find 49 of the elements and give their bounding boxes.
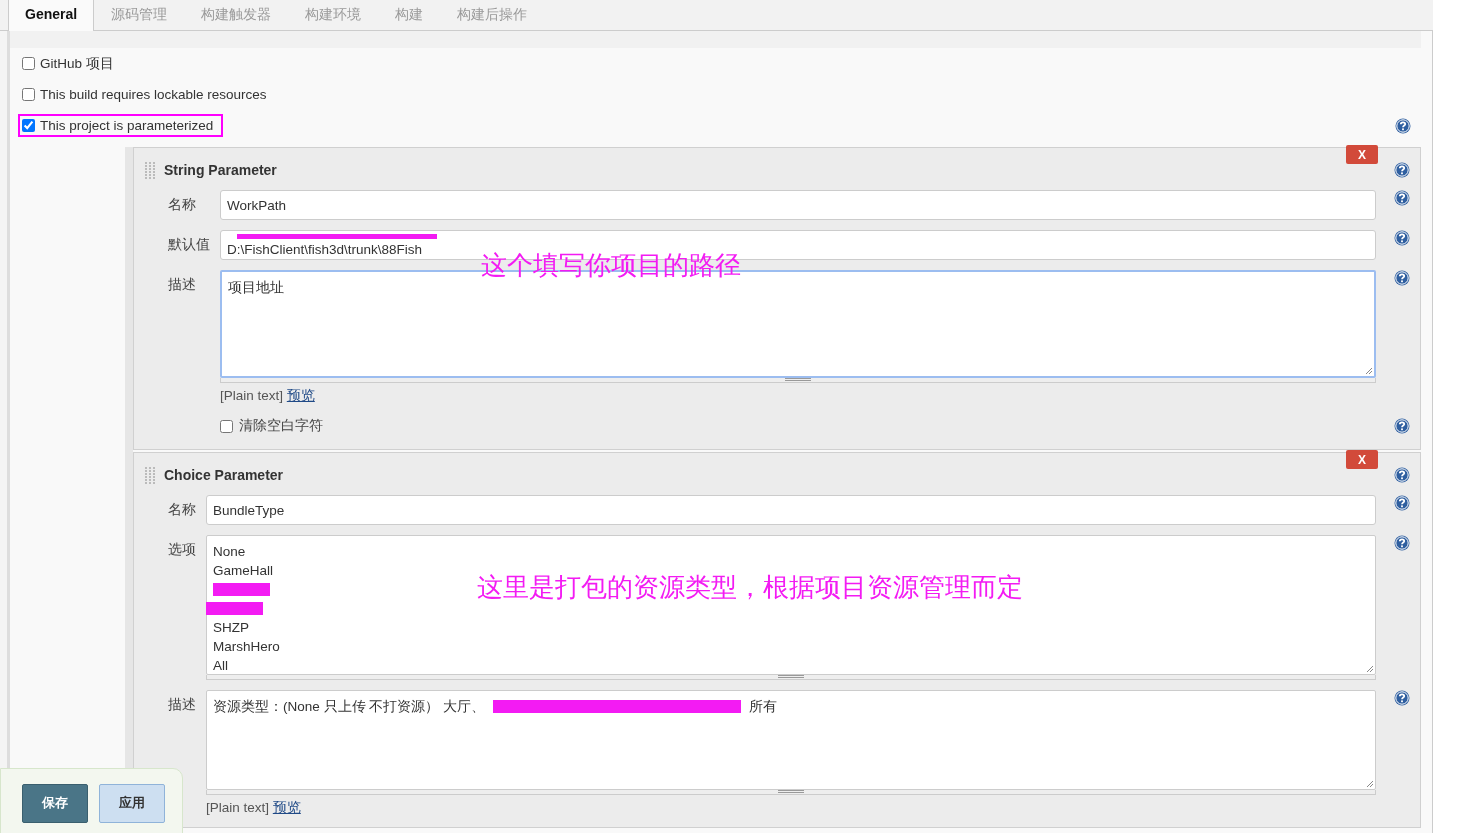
field-label: 选项 <box>168 541 196 559</box>
resize-handle[interactable] <box>206 790 1376 795</box>
help-icon[interactable] <box>1394 535 1410 551</box>
checkbox[interactable] <box>220 419 233 433</box>
resize-grip-icon[interactable] <box>1366 665 1374 673</box>
resize-handle[interactable] <box>220 378 1376 383</box>
help-icon[interactable] <box>1394 190 1410 206</box>
checkbox-label: 清除空白字符 <box>239 417 323 435</box>
preview-link[interactable]: 预览 <box>272 800 301 815</box>
text-field[interactable]: BundleType <box>206 495 1376 525</box>
resize-grip-icon[interactable] <box>1366 780 1374 788</box>
field-label: 默认值 <box>168 236 210 254</box>
help-icon[interactable] <box>1394 495 1410 511</box>
checkbox[interactable] <box>22 119 35 132</box>
checkbox[interactable] <box>22 57 35 70</box>
checkbox-label: This project is parameterized <box>40 118 214 133</box>
help-icon[interactable] <box>1394 690 1410 706</box>
parameter-title: Choice Parameter <box>164 467 284 483</box>
delete-button[interactable]: X <box>1346 145 1378 164</box>
redaction-mark <box>206 602 263 615</box>
preview-link[interactable]: 预览 <box>286 388 315 403</box>
field-label: 描述 <box>168 696 196 714</box>
checkbox[interactable] <box>22 88 35 101</box>
text-area[interactable]: 资源类型：(None 只上传 不打资源） 大厅、 所有 <box>206 690 1376 790</box>
delete-button[interactable]: X <box>1346 450 1378 469</box>
drag-handle-icon[interactable] <box>144 466 156 484</box>
help-icon[interactable] <box>1394 418 1410 434</box>
checkbox-label: This build requires lockable resources <box>40 87 267 102</box>
drag-handle-icon[interactable] <box>144 161 156 179</box>
help-icon[interactable] <box>1394 467 1410 483</box>
format-label: [Plain text] <box>206 800 270 815</box>
help-icon[interactable] <box>1394 230 1410 246</box>
tab[interactable]: General <box>8 0 95 31</box>
apply-button[interactable]: 应用 <box>99 783 165 823</box>
field-label: 名称 <box>168 196 197 214</box>
help-icon[interactable] <box>1394 270 1410 286</box>
redaction-mark <box>213 583 270 596</box>
parameter-title: String Parameter <box>164 162 277 178</box>
help-icon[interactable] <box>1394 162 1410 178</box>
field-label: 名称 <box>168 501 196 519</box>
save-button[interactable]: 保存 <box>22 783 88 823</box>
checkbox-label: GitHub 项目 <box>40 54 114 73</box>
resize-grip-icon[interactable] <box>1365 367 1373 375</box>
field-label: 描述 <box>168 276 197 294</box>
resize-handle[interactable] <box>206 675 1376 680</box>
help-icon[interactable] <box>1395 117 1411 134</box>
text-field[interactable]: WorkPath <box>220 190 1376 220</box>
annotation-text: 这里是打包的资源类型，根据项目资源管理而定 <box>477 571 1023 604</box>
format-label: [Plain text] <box>220 388 284 403</box>
